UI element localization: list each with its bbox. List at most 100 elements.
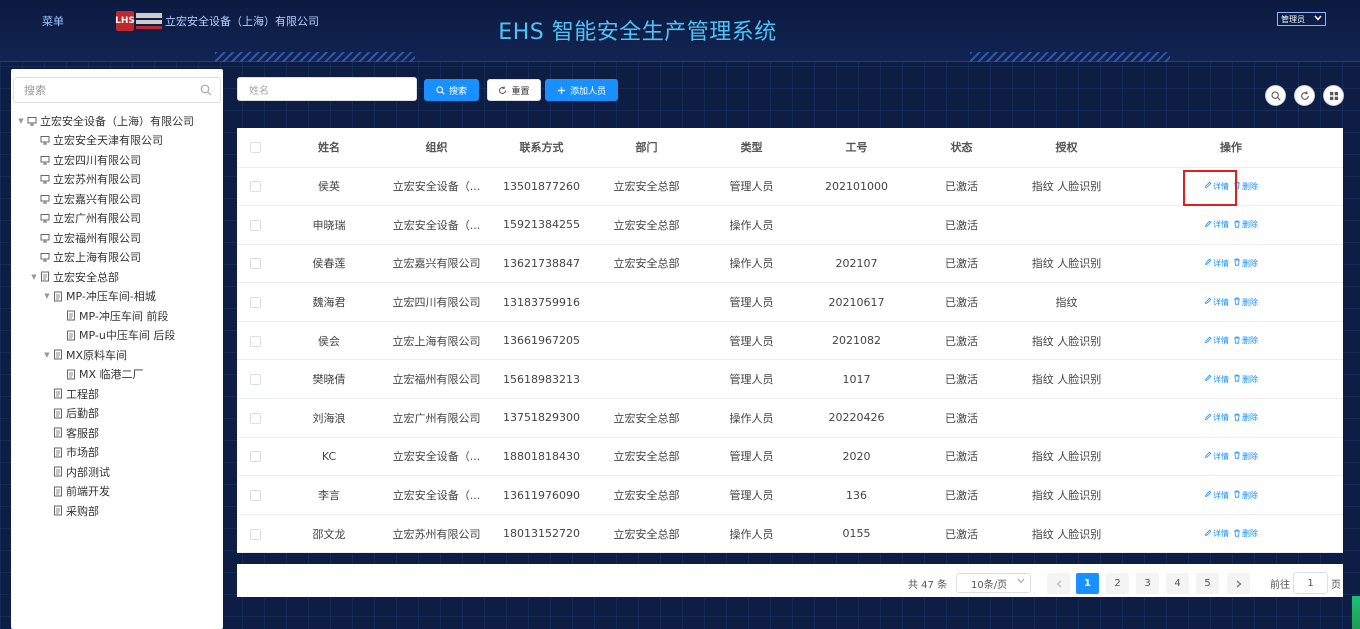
page-number-button[interactable]: 1	[1076, 573, 1099, 594]
delete-button[interactable]: 删除	[1233, 258, 1258, 269]
next-page-button[interactable]	[1227, 573, 1250, 594]
tree-node[interactable]: 立宏广州有限公司	[11, 209, 223, 229]
search-icon[interactable]	[200, 84, 212, 96]
tree-search-input[interactable]: 搜索	[13, 77, 221, 103]
tree-node-label: 立宏安全设备（上海）有限公司	[40, 114, 194, 128]
tree-node[interactable]: 客服部	[11, 423, 223, 443]
tree-node[interactable]: ▼ 立宏安全总部	[11, 267, 223, 287]
tree-node-label: MX 临港二厂	[79, 368, 144, 382]
tree-node[interactable]: MP-u中压车间 后段	[11, 326, 223, 346]
caret-down-icon[interactable]: ▼	[16, 117, 26, 125]
tree-node[interactable]: ▼ MX原料车间	[11, 345, 223, 365]
delete-button[interactable]: 删除	[1233, 374, 1258, 385]
row-checkbox[interactable]	[250, 219, 261, 231]
prev-page-button[interactable]	[1047, 573, 1070, 594]
refresh-button[interactable]	[1294, 85, 1315, 106]
user-select[interactable]: 管理员	[1277, 12, 1326, 26]
row-select-cell	[237, 398, 274, 438]
table-cell: 刘海浪	[274, 398, 384, 438]
row-checkbox[interactable]	[250, 490, 261, 502]
caret-down-icon[interactable]: ▼	[42, 292, 52, 300]
delete-button[interactable]: 删除	[1233, 490, 1258, 501]
caret-down-icon[interactable]: ▼	[42, 351, 52, 359]
delete-button[interactable]: 删除	[1233, 181, 1258, 192]
row-checkbox[interactable]	[250, 412, 261, 424]
page-size-select[interactable]: 10条/页	[956, 573, 1031, 593]
toggle-search-button[interactable]	[1265, 85, 1286, 106]
tree-node[interactable]: 立宏上海有限公司	[11, 248, 223, 268]
detail-button[interactable]: 详情	[1204, 335, 1229, 346]
column-header: 联系方式	[489, 128, 594, 168]
page-number-button[interactable]: 2	[1106, 573, 1129, 594]
document-icon	[52, 505, 64, 517]
detail-button[interactable]: 详情	[1204, 181, 1229, 192]
detail-button[interactable]: 详情	[1204, 258, 1229, 269]
trash-icon	[1233, 374, 1242, 384]
table-cell: 指纹 人脸识别	[1014, 514, 1119, 554]
detail-button[interactable]: 详情	[1204, 490, 1229, 501]
tree-node[interactable]: ▼ MP-冲压车间-相城	[11, 287, 223, 307]
name-search-input[interactable]: 姓名	[237, 77, 417, 101]
personnel-table: 姓名 组织 联系方式 部门 类型 工号 状态 授权 操作 侯英 立宏安全设备（... 1350187…	[237, 128, 1343, 554]
detail-button[interactable]: 详情	[1204, 219, 1229, 230]
caret-down-icon[interactable]: ▼	[29, 273, 39, 281]
tree-node[interactable]: 立宏嘉兴有限公司	[11, 189, 223, 209]
table-cell: 已激活	[909, 282, 1014, 322]
edit-icon	[1204, 336, 1213, 346]
goto-page-input[interactable]: 1	[1293, 572, 1328, 594]
row-checkbox[interactable]	[250, 374, 261, 386]
table-row: 樊晓倩 立宏福州有限公司 15618983213 管理人员 1017 已激活 指纹 人脸识别…	[237, 359, 1343, 400]
detail-button[interactable]: 详情	[1204, 451, 1229, 462]
tree-node[interactable]: MX 临港二厂	[11, 365, 223, 385]
tree-node-label: 立宏广州有限公司	[53, 212, 141, 226]
detail-button[interactable]: 详情	[1204, 297, 1229, 308]
row-checkbox[interactable]	[250, 297, 261, 309]
detail-button[interactable]: 详情	[1204, 528, 1229, 539]
trash-icon	[1233, 413, 1242, 423]
detail-button[interactable]: 详情	[1204, 412, 1229, 423]
page-number-button[interactable]: 4	[1166, 573, 1189, 594]
tree-node-label: 客服部	[66, 426, 99, 440]
tree-node[interactable]: 前端开发	[11, 482, 223, 502]
reset-button[interactable]: 重置	[487, 79, 541, 101]
tree-node[interactable]: ▼ 立宏安全设备（上海）有限公司	[11, 111, 223, 131]
select-all-checkbox[interactable]	[250, 142, 261, 154]
delete-button[interactable]: 删除	[1233, 528, 1258, 539]
row-checkbox[interactable]	[250, 528, 261, 540]
tree-node[interactable]: 立宏四川有限公司	[11, 150, 223, 170]
table-cell: 136	[804, 475, 909, 515]
tree-node[interactable]: 采购部	[11, 501, 223, 521]
delete-button[interactable]: 删除	[1233, 297, 1258, 308]
table-row: 申晓瑞 立宏安全设备（... 15921384255 立宏安全总部 操作人员 已激活 详情 删…	[237, 205, 1343, 245]
tree-node[interactable]: 市场部	[11, 443, 223, 463]
delete-button[interactable]: 删除	[1233, 451, 1258, 462]
row-checkbox[interactable]	[250, 258, 261, 270]
tree-node-label: MP-冲压车间-相城	[66, 290, 156, 304]
table-cell: 已激活	[909, 244, 1014, 284]
row-checkbox[interactable]	[250, 181, 261, 193]
delete-button[interactable]: 删除	[1233, 219, 1258, 230]
page-number-button[interactable]: 5	[1196, 573, 1219, 594]
search-button[interactable]: 搜索	[424, 79, 479, 101]
tree-node[interactable]: 工程部	[11, 384, 223, 404]
tree-node[interactable]: 立宏苏州有限公司	[11, 170, 223, 190]
document-icon	[65, 329, 77, 341]
tree-node[interactable]: 立宏福州有限公司	[11, 228, 223, 248]
tree-node[interactable]: 立宏安全天津有限公司	[11, 131, 223, 151]
delete-button-label: 删除	[1242, 529, 1258, 539]
tree-node[interactable]: 后勤部	[11, 404, 223, 424]
delete-button[interactable]: 删除	[1233, 335, 1258, 346]
table-cell: 0155	[804, 514, 909, 554]
page-number-button[interactable]: 3	[1136, 573, 1159, 594]
row-checkbox[interactable]	[250, 451, 261, 463]
tree-node[interactable]: 内部测试	[11, 462, 223, 482]
columns-button[interactable]	[1323, 85, 1344, 106]
row-checkbox[interactable]	[250, 335, 261, 347]
table-cell: 20220426	[804, 398, 909, 438]
delete-button[interactable]: 删除	[1233, 412, 1258, 423]
tree-node[interactable]: MP-冲压车间 前段	[11, 306, 223, 326]
detail-button[interactable]: 详情	[1204, 374, 1229, 385]
add-person-button[interactable]: 添加人员	[545, 79, 618, 101]
row-select-cell	[237, 282, 274, 322]
table-cell: 13621738847	[489, 244, 594, 284]
